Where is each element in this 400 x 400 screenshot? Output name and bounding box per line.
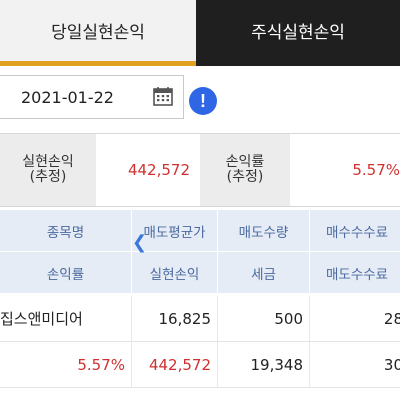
sell-avg-price: 16,825 [132,296,218,341]
tab-daily-realized-pnl[interactable]: 당일실현손익 [0,0,196,66]
table-row[interactable]: 5.57% 442,572 19,348 30 [0,342,400,388]
date-value: 2021-01-22 [21,88,114,107]
sell-fee: 30 [310,342,400,387]
calendar-icon[interactable] [153,86,173,106]
header-buy-fee: 매수수수료 [310,210,400,251]
tax: 19,348 [218,342,310,387]
tab-bar: 당일실현손익 주식실현손익 [0,0,400,66]
stock-name: 집스앤미디어 [0,296,132,341]
info-icon[interactable]: ! [189,87,217,115]
return-rate-value: 5.57% [352,161,400,179]
chevron-left-icon[interactable]: ❮ [132,232,148,253]
table-header-row-2: 손익률 실현손익 세금 매도수수료 [0,252,400,294]
pnl-table: 종목명 매도평균가 매도수량 매수수수료 손익률 실현손익 세금 매도수수료 집… [0,210,400,400]
date-picker[interactable]: 2021-01-22 [0,75,184,119]
header-tax: 세금 [218,252,310,293]
summary-row: 실현손익 (추정) 442,572 손익률 (추정) 5.57% [0,133,400,207]
header-realized-pnl: 실현손익 [132,252,218,293]
table-row[interactable]: 집스앤미디어 16,825 500 28 [0,296,400,342]
header-sell-fee: 매도수수료 [310,252,400,293]
realized-pnl: 442,572 [132,342,218,387]
header-return-rate: 손익률 [0,252,132,293]
header-stock-name: 종목명 [0,210,132,251]
buy-fee: 28 [310,296,400,341]
realized-pnl-label: 실현손익 (추정) [0,134,96,206]
table-header-row-1: 종목명 매도평균가 매도수량 매수수수료 [0,210,400,252]
sell-quantity: 500 [218,296,310,341]
header-sell-quantity: 매도수량 [218,210,310,251]
return-rate: 5.57% [0,342,132,387]
tab-stock-realized-pnl[interactable]: 주식실현손익 [196,0,400,66]
realized-pnl-value: 442,572 [127,161,190,179]
return-rate-label: 손익률 (추정) [200,134,290,206]
